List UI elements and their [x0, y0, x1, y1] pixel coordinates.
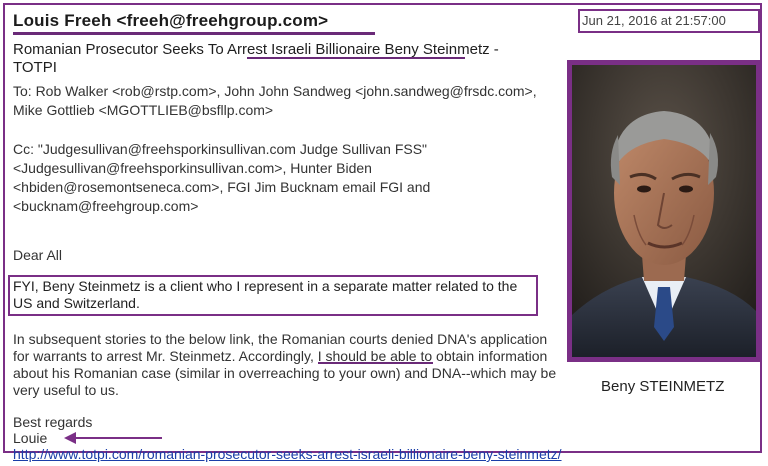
email-greeting: Dear All [13, 247, 63, 263]
portrait-illustration [572, 65, 756, 357]
sender-highlight-underline [13, 32, 375, 35]
email-recipients-cc[interactable]: Cc: "Judgesullivan@freehsporkinsullivan.… [13, 140, 553, 216]
steinmetz-highlight-underline [318, 362, 433, 364]
email-sender[interactable]: Louis Freeh <freeh@freehgroup.com> [13, 11, 328, 31]
email-body-paragraph: In subsequent stories to the below link,… [13, 331, 557, 398]
email-subject: Romanian Prosecutor Seeks To Arrest Isra… [13, 41, 499, 76]
email-date: Jun 21, 2016 at 21:57:00 [582, 13, 726, 28]
email-signoff: Louie [13, 430, 48, 446]
left-arrow-annotation-icon [64, 432, 162, 444]
email-recipients-to[interactable]: To: Rob Walker <rob@rstp.com>, John John… [13, 82, 553, 120]
subject-highlight-underline [247, 57, 465, 59]
email-regards: Best regards [13, 414, 93, 430]
portrait-photo [567, 60, 761, 362]
photo-caption: Beny STEINMETZ [601, 378, 725, 395]
article-link[interactable]: http://www.totpi.com/romanian-prosecutor… [13, 446, 562, 462]
email-fyi-paragraph: FYI, Beny Steinmetz is a client who I re… [13, 278, 518, 311]
